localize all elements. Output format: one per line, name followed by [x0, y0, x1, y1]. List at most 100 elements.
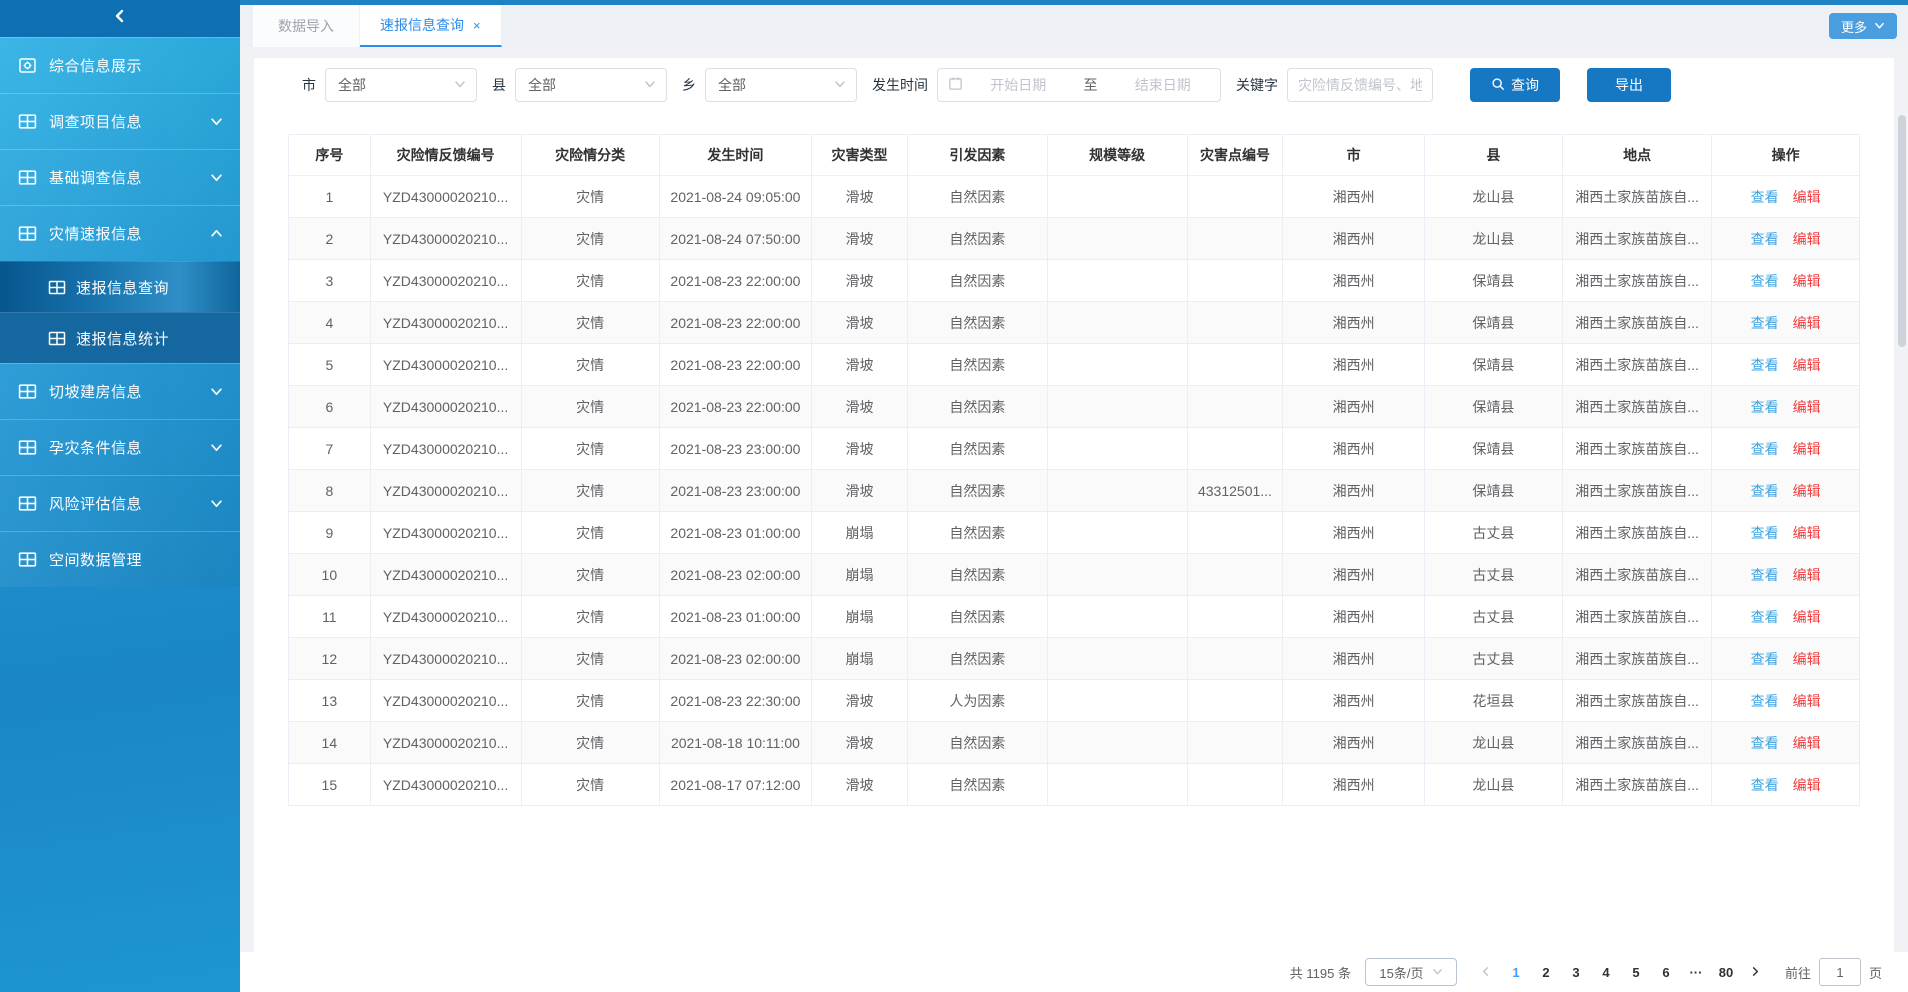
table-cell: 5: [289, 344, 371, 386]
table-cell: 自然因素: [907, 386, 1047, 428]
sidebar-item-label: 调查项目信息: [49, 111, 210, 132]
sidebar-item-hazard-condition[interactable]: 孕灾条件信息: [0, 419, 240, 475]
sidebar-item-disaster-report[interactable]: 灾情速报信息: [0, 205, 240, 261]
date-range-picker[interactable]: 开始日期 至 结束日期: [937, 68, 1221, 102]
edit-link[interactable]: 编辑: [1793, 189, 1821, 205]
page-size-select[interactable]: 15条/页: [1365, 958, 1457, 986]
end-date-placeholder[interactable]: 结束日期: [1116, 75, 1211, 95]
county-label: 县: [492, 75, 506, 95]
table-cell: 2021-08-24 07:50:00: [659, 218, 811, 260]
edit-link[interactable]: 编辑: [1793, 567, 1821, 583]
view-link[interactable]: 查看: [1751, 399, 1779, 415]
tab-report-query[interactable]: 速报信息查询 ×: [360, 5, 502, 47]
edit-link[interactable]: 编辑: [1793, 441, 1821, 457]
operation-cell: 查看编辑: [1712, 470, 1860, 512]
sidebar-collapse-button[interactable]: [0, 0, 240, 37]
table-cell: YZD43000020210...: [370, 638, 521, 680]
edit-link[interactable]: 编辑: [1793, 273, 1821, 289]
view-link[interactable]: 查看: [1751, 525, 1779, 541]
view-link[interactable]: 查看: [1751, 441, 1779, 457]
view-link[interactable]: 查看: [1751, 315, 1779, 331]
table-cell: [1047, 554, 1187, 596]
view-link[interactable]: 查看: [1751, 693, 1779, 709]
table-cell: 灾情: [521, 764, 659, 806]
page-button-6[interactable]: 6: [1651, 961, 1681, 984]
table-cell: [1047, 428, 1187, 470]
edit-link[interactable]: 编辑: [1793, 651, 1821, 667]
table-cell: 15: [289, 764, 371, 806]
view-link[interactable]: 查看: [1751, 189, 1779, 205]
sidebar-subitem-report-stats[interactable]: 速报信息统计: [0, 312, 240, 363]
table-cell: 崩塌: [812, 512, 908, 554]
town-select-value: 全部: [718, 75, 746, 95]
table-row: 12YZD43000020210...灾情2021-08-23 02:00:00…: [289, 638, 1860, 680]
edit-link[interactable]: 编辑: [1793, 483, 1821, 499]
close-icon[interactable]: ×: [473, 19, 481, 32]
prev-page-button[interactable]: [1471, 961, 1501, 984]
more-button[interactable]: 更多: [1829, 13, 1897, 39]
table-cell: [1047, 596, 1187, 638]
table-cell: [1187, 176, 1283, 218]
start-date-placeholder[interactable]: 开始日期: [971, 75, 1066, 95]
sidebar-item-overview[interactable]: 综合信息展示: [0, 37, 240, 93]
vertical-scrollbar-thumb[interactable]: [1898, 115, 1906, 347]
view-link[interactable]: 查看: [1751, 483, 1779, 499]
view-link[interactable]: 查看: [1751, 777, 1779, 793]
operation-cell: 查看编辑: [1712, 428, 1860, 470]
edit-link[interactable]: 编辑: [1793, 315, 1821, 331]
page-button-5[interactable]: 5: [1621, 961, 1651, 984]
page-button-3[interactable]: 3: [1561, 961, 1591, 984]
table-row: 11YZD43000020210...灾情2021-08-23 01:00:00…: [289, 596, 1860, 638]
search-button[interactable]: 查询: [1470, 68, 1560, 102]
sidebar-item-label: 切坡建房信息: [49, 381, 210, 402]
view-link[interactable]: 查看: [1751, 651, 1779, 667]
search-icon: [1491, 77, 1505, 94]
goto-page-input[interactable]: [1819, 958, 1861, 986]
sidebar-item-survey-project[interactable]: 调查项目信息: [0, 93, 240, 149]
edit-link[interactable]: 编辑: [1793, 525, 1821, 541]
sidebar-subitem-label: 速报信息统计: [76, 328, 169, 349]
page-button-4[interactable]: 4: [1591, 961, 1621, 984]
edit-link[interactable]: 编辑: [1793, 693, 1821, 709]
sidebar-item-spatial-data[interactable]: 空间数据管理: [0, 531, 240, 587]
sidebar-subitem-report-query[interactable]: 速报信息查询: [0, 261, 240, 312]
table-cell: [1047, 512, 1187, 554]
goto-page: 前往 页: [1785, 958, 1882, 986]
view-link[interactable]: 查看: [1751, 231, 1779, 247]
view-link[interactable]: 查看: [1751, 273, 1779, 289]
page-button-80[interactable]: 80: [1711, 961, 1741, 984]
sidebar-item-risk-assessment[interactable]: 风险评估信息: [0, 475, 240, 531]
view-link[interactable]: 查看: [1751, 735, 1779, 751]
edit-link[interactable]: 编辑: [1793, 735, 1821, 751]
table-cell: [1187, 680, 1283, 722]
keyword-input[interactable]: [1287, 68, 1433, 102]
calendar-icon: [948, 76, 963, 94]
sidebar-item-label: 灾情速报信息: [49, 223, 210, 244]
edit-link[interactable]: 编辑: [1793, 399, 1821, 415]
town-select[interactable]: 全部: [705, 68, 857, 102]
sidebar-item-basic-survey[interactable]: 基础调查信息: [0, 149, 240, 205]
county-select[interactable]: 全部: [515, 68, 667, 102]
export-button[interactable]: 导出: [1587, 68, 1671, 102]
table-icon: [18, 225, 38, 243]
edit-link[interactable]: 编辑: [1793, 777, 1821, 793]
edit-link[interactable]: 编辑: [1793, 609, 1821, 625]
table-row: 4YZD43000020210...灾情2021-08-23 22:00:00滑…: [289, 302, 1860, 344]
more-pages-icon[interactable]: ···: [1681, 961, 1711, 984]
tab-data-import[interactable]: 数据导入: [253, 5, 360, 47]
page-button-2[interactable]: 2: [1531, 961, 1561, 984]
sidebar-item-slope-housing[interactable]: 切坡建房信息: [0, 363, 240, 419]
city-select[interactable]: 全部: [325, 68, 477, 102]
sidebar-item-label: 风险评估信息: [49, 493, 210, 514]
view-link[interactable]: 查看: [1751, 609, 1779, 625]
page-button-1[interactable]: 1: [1501, 961, 1531, 984]
next-page-button[interactable]: [1741, 961, 1771, 984]
edit-link[interactable]: 编辑: [1793, 231, 1821, 247]
sidebar-item-label: 基础调查信息: [49, 167, 210, 188]
view-link[interactable]: 查看: [1751, 357, 1779, 373]
edit-link[interactable]: 编辑: [1793, 357, 1821, 373]
operation-cell: 查看编辑: [1712, 596, 1860, 638]
view-link[interactable]: 查看: [1751, 567, 1779, 583]
operation-cell: 查看编辑: [1712, 176, 1860, 218]
town-label: 乡: [682, 75, 696, 95]
